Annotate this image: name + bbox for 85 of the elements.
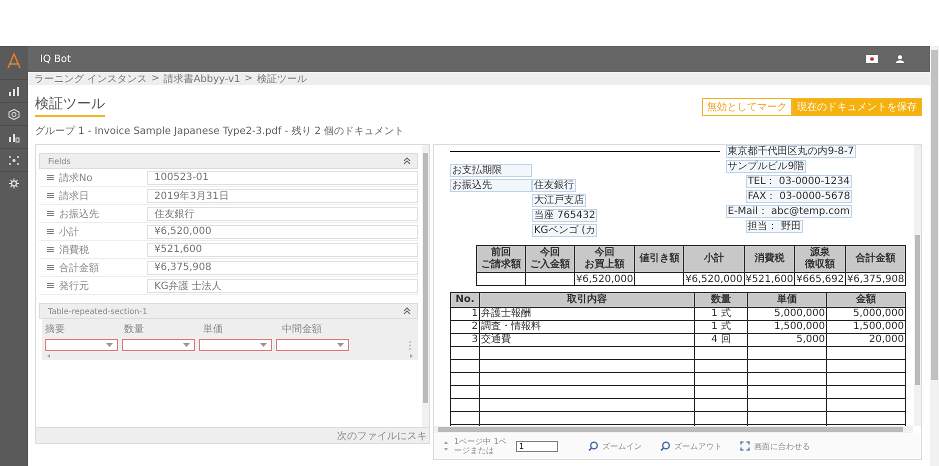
table-header: No. (450, 292, 480, 308)
page-title: 検証ツール (35, 95, 105, 117)
document-subtitle: グループ 1 - Invoice Sample Japanese Type2-3.pdf - 残り 2 個のドキュメント (35, 124, 406, 138)
header-text: ご請求額 (481, 259, 521, 271)
column-header: 単価 (203, 323, 224, 336)
table-cell: 1,500,000 (826, 320, 906, 334)
header-text: 徴収額 (804, 259, 836, 271)
header-text: 今回 (594, 247, 616, 258)
header-text: 小計 (702, 253, 725, 265)
field-input[interactable]: 2019年3月31日 (147, 188, 418, 202)
mark-button[interactable]: 無効としてマーク (702, 98, 792, 116)
field-label: 消費税 (58, 244, 90, 256)
table-cell: 1 式 (694, 320, 748, 334)
table-cell: 1,500,000 (748, 320, 826, 334)
table-cell: 交通費 (480, 334, 694, 346)
table-cell: 1 式 (694, 308, 748, 320)
fit-screen-button[interactable]: 画面に合わせる (734, 440, 816, 452)
section-title: Table-repeated-section-1 (48, 306, 148, 316)
table-cell: 弁護士報酬 (480, 308, 694, 320)
field-label: 請求No (58, 172, 94, 184)
section-header[interactable]: Table-repeated-section-1 (39, 303, 418, 319)
invoice-text: 東京都千代田区丸の内9-8-7 (726, 145, 856, 158)
table-cell: ¥665,692 (794, 272, 846, 286)
invoice-text: TEL： 03-0000-1234 (746, 175, 852, 188)
table-cell: 1 (450, 308, 480, 320)
table-cell: 3 (450, 334, 480, 346)
invoice-text: サンプルビル9階 (726, 160, 806, 173)
invoice-text: FAX： 03-0000-5678 (746, 190, 852, 203)
field-label: お振込先 (58, 208, 100, 220)
table-cell: 20,000 (826, 334, 906, 346)
table-cell: ¥6,520,000 (684, 272, 744, 286)
column-header: 数量 (124, 323, 145, 336)
section-title: Fields (48, 156, 71, 166)
invoice-text: E-Mail： abc@temp.com (726, 205, 852, 218)
breadcrumb-link[interactable]: ラーニング インスタンス (34, 72, 148, 86)
field-label: 小計 (58, 226, 80, 238)
table-cell: 5,000,000 (826, 308, 906, 320)
table-cell: ¥521,600 (744, 272, 795, 286)
header-text: 消費税 (753, 253, 786, 265)
table-cell: 5,000,000 (748, 308, 826, 320)
app-title: IQ Bot (40, 54, 71, 64)
header-text: 前回 (490, 247, 512, 258)
breadcrumb-link[interactable]: 請求書Abbyy-v1 (164, 72, 240, 86)
invoice-text: 住友銀行 (532, 179, 576, 192)
header-text: 源泉 (809, 247, 832, 258)
breadcrumb-separator: > (151, 73, 160, 84)
field-label: 発行元 (58, 280, 90, 292)
header-text: 今回 (539, 247, 561, 258)
table-cell: 5,000 (748, 334, 826, 346)
skip-link[interactable]: 次のファイルにスキ (337, 428, 427, 442)
table-header: 取引内容 (480, 292, 694, 308)
header-text: お買上額 (584, 259, 626, 271)
table-cell: ¥6,520,000 (574, 272, 635, 286)
zoom-out-button[interactable]: ズームアウト (654, 440, 728, 452)
breadcrumb-separator: > (244, 73, 253, 84)
column-header: 摘要 (45, 322, 66, 336)
header-text: 値引き額 (639, 253, 680, 265)
section-header[interactable]: Fields (39, 153, 418, 169)
table-cell: ¥6,375,908 (845, 272, 906, 286)
invoice-text: 大江戸支店 (532, 194, 586, 207)
invoice-text: 担当： 野田 (746, 220, 803, 233)
table-cell: 4 回 (694, 334, 748, 346)
header-text: ご入金額 (530, 259, 570, 271)
page-input[interactable]: 1 (516, 440, 558, 452)
table-cell: 2 (450, 320, 480, 334)
header-text: 合計金額 (854, 253, 897, 265)
invoice-text: お支払期限 (450, 164, 532, 177)
table-header: 数量 (694, 292, 748, 308)
field-input[interactable]: ¥6,520,000 (147, 224, 418, 238)
page-label: 1ページ中 1ページまたは (454, 437, 508, 455)
invoice-text: お振込先 (450, 179, 532, 192)
invoice-text: KGベンゴ (カ (532, 224, 598, 237)
table-header: 単価 (748, 292, 826, 308)
field-input[interactable]: 住友銀行 (147, 206, 418, 220)
field-label: 請求日 (58, 190, 90, 202)
field-input[interactable]: 100523-01 (147, 170, 418, 184)
zoom-in-button[interactable]: ズームイン (582, 440, 648, 452)
field-input[interactable]: KG弁護 士法人 (147, 278, 418, 292)
invoice-text: 当座 765432 (532, 209, 598, 222)
column-header: 中間金額 (282, 322, 323, 336)
table-header: 金額 (826, 292, 906, 308)
field-input[interactable]: ¥6,375,908 (147, 260, 418, 274)
table-cell: 調査・情報料 (480, 320, 694, 334)
field-label: 合計金額 (58, 262, 100, 274)
field-input[interactable]: ¥521,600 (147, 242, 418, 256)
